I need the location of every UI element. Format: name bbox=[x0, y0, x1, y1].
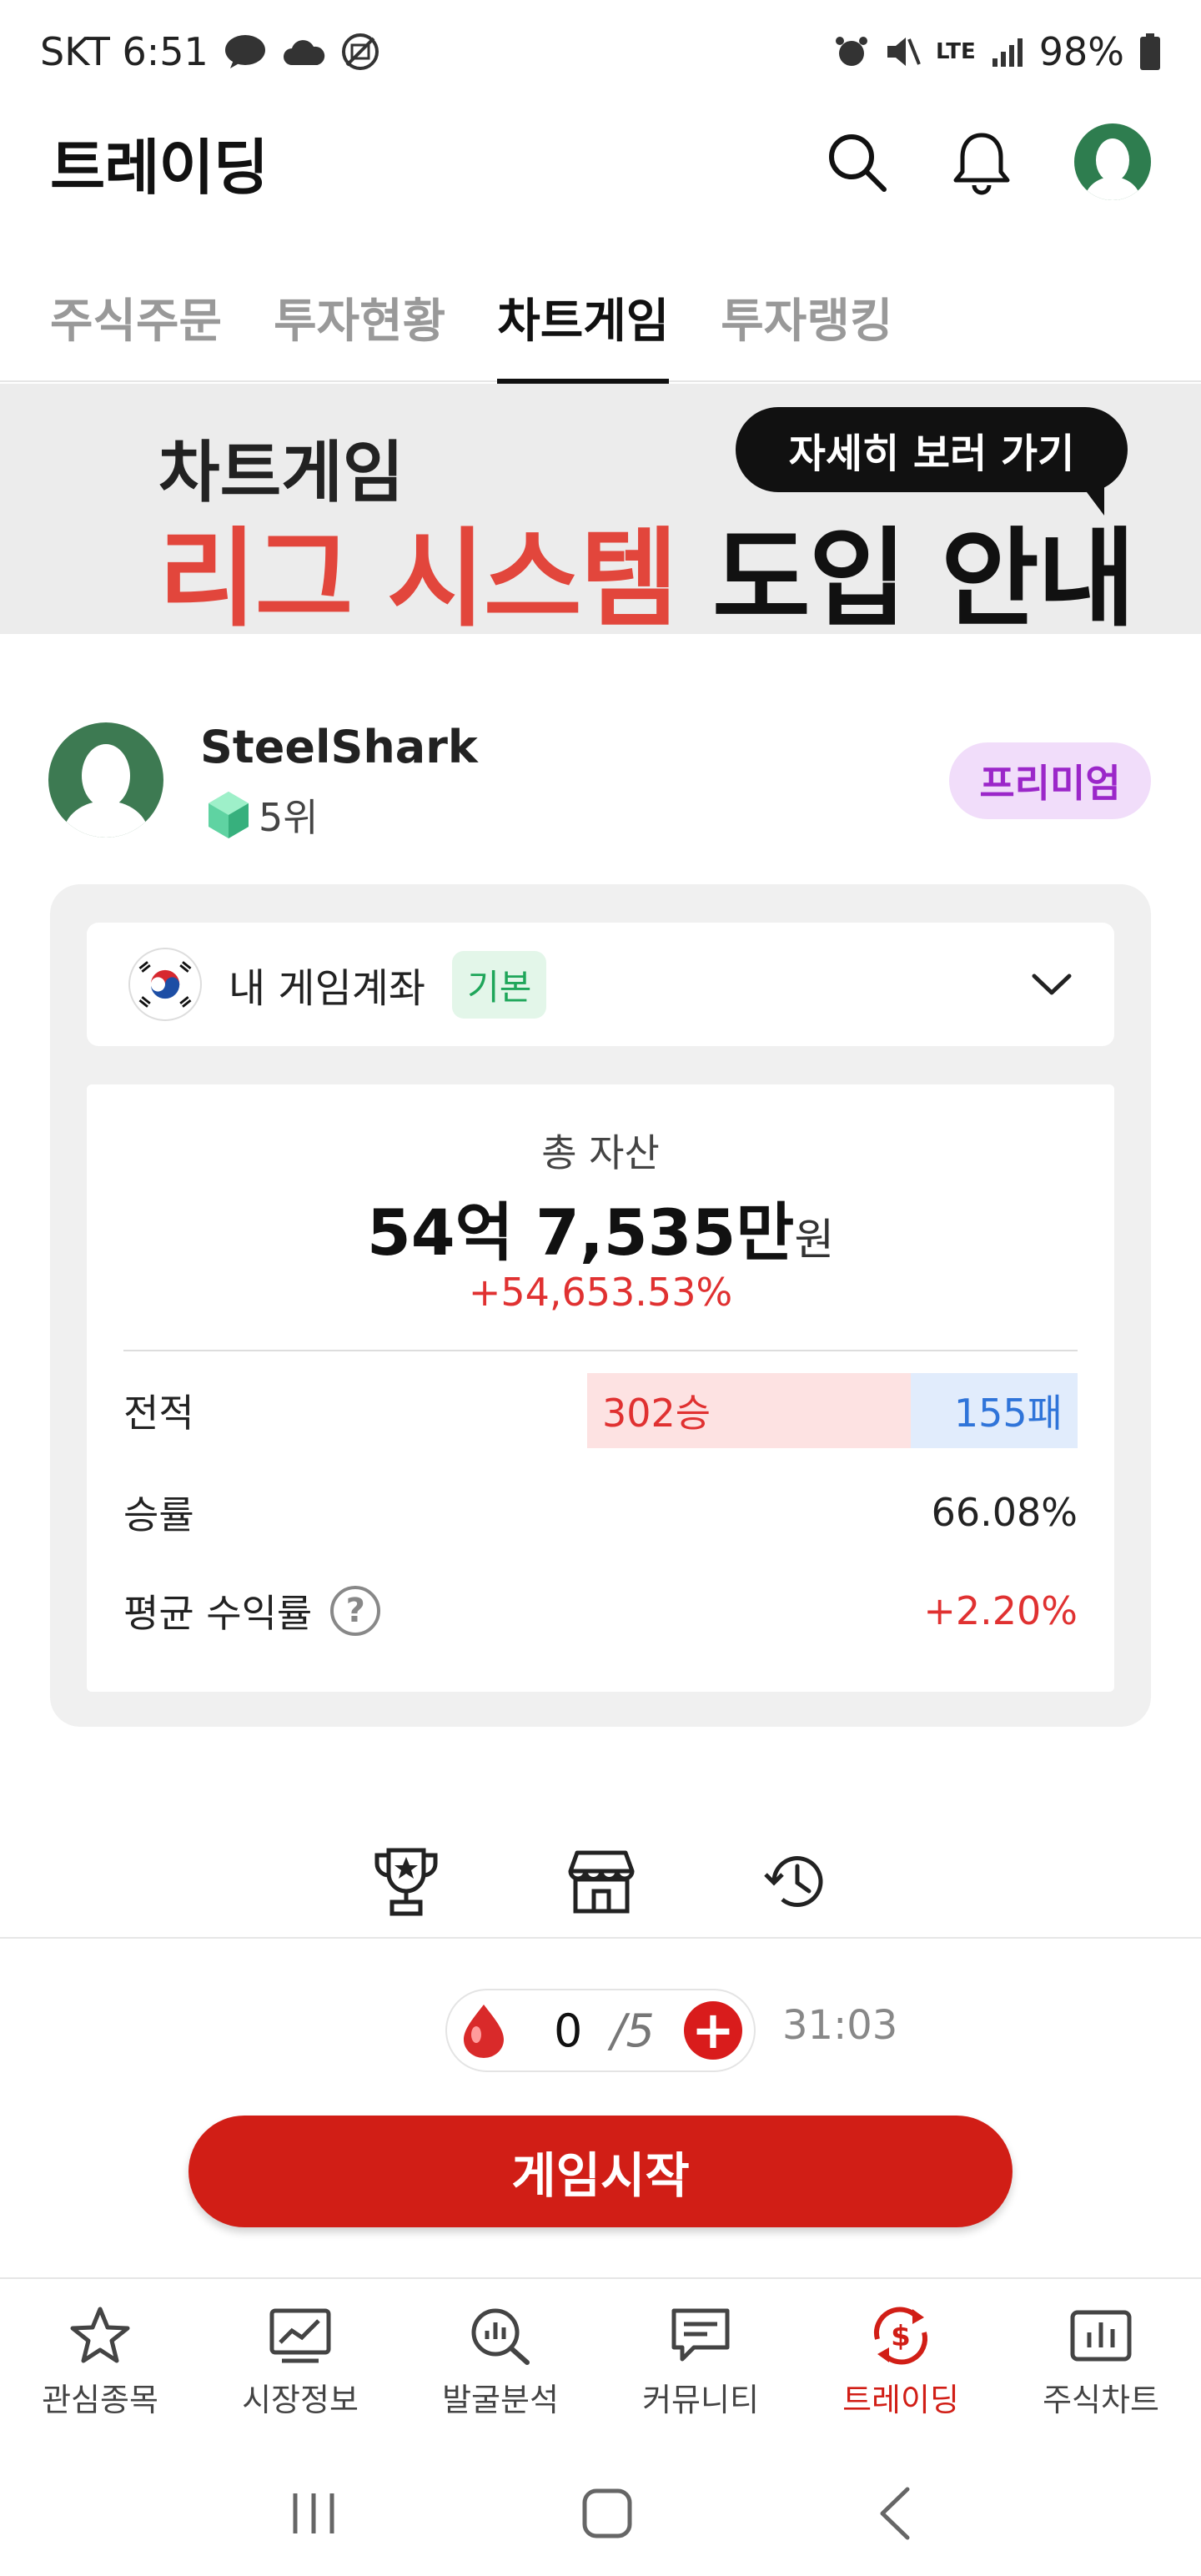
currency-unit: 원 bbox=[794, 1215, 835, 1265]
tab-investment-status[interactable]: 투자현황 bbox=[274, 267, 445, 382]
record-row: 전적 302승 155패 bbox=[123, 1373, 1078, 1448]
account-type-badge: 기본 bbox=[452, 950, 547, 1019]
game-start-button[interactable]: 게임시작 bbox=[188, 2116, 1013, 2227]
market-chart-icon bbox=[269, 2308, 331, 2363]
win-rate-label: 승률 bbox=[123, 1492, 194, 1537]
energy-counter: 0 /5 + bbox=[445, 1989, 756, 2072]
help-icon[interactable]: ? bbox=[330, 1586, 381, 1636]
total-asset-amount: 54억 7,535만 bbox=[366, 1195, 795, 1270]
banner-line2-rest: 도입 안내 bbox=[676, 517, 1136, 634]
bottom-nav: 관심종목 시장정보 발굴분석 커뮤니티 $ 트레이딩 주식차트 bbox=[0, 2277, 1201, 2451]
asset-summary: 총 자산 54억 7,535만원 +54,653.53% 전적 302승 155… bbox=[87, 1084, 1114, 1692]
premium-badge[interactable]: 프리미엄 bbox=[949, 742, 1151, 819]
divider bbox=[123, 1350, 1078, 1351]
account-selector[interactable]: 내 게임계좌 기본 bbox=[87, 923, 1114, 1046]
tab-stock-order[interactable]: 주식주문 bbox=[50, 267, 222, 382]
nav-label: 커뮤니티 bbox=[642, 2382, 759, 2418]
game-account-card: 내 게임계좌 기본 총 자산 54억 7,535만원 +54,653.53% 전… bbox=[50, 884, 1151, 1727]
tab-chart-game[interactable]: 차트게임 bbox=[497, 267, 670, 384]
avatar[interactable] bbox=[48, 722, 163, 838]
league-system-banner[interactable]: 차트게임 리그 시스템 도입 안내 자세히 보러 가기 bbox=[0, 384, 1201, 634]
no-image-icon bbox=[341, 33, 379, 70]
chevron-down-icon[interactable] bbox=[1031, 972, 1073, 997]
energy-drop-icon bbox=[464, 2005, 504, 2058]
trophy-icon[interactable] bbox=[372, 1845, 440, 1917]
recent-apps-icon[interactable] bbox=[289, 2490, 339, 2537]
svg-text:$: $ bbox=[891, 2320, 911, 2353]
nav-item-watchlist[interactable]: 관심종목 bbox=[0, 2279, 200, 2451]
system-nav-bar bbox=[0, 2451, 1201, 2576]
win-rate-value: 66.08% bbox=[931, 1490, 1078, 1535]
league-gem-icon bbox=[209, 792, 249, 838]
record-label: 전적 bbox=[123, 1391, 194, 1436]
avg-return-label: 평균 수익률 bbox=[123, 1591, 313, 1636]
talk-icon bbox=[224, 35, 265, 68]
wins-count: 302승 bbox=[587, 1373, 911, 1448]
profile-avatar-button[interactable] bbox=[1074, 123, 1151, 200]
user-rank: 5위 bbox=[205, 787, 319, 843]
tab-bar: 주식주문 투자현황 차트게임 투자랭킹 bbox=[0, 267, 1201, 384]
chat-icon bbox=[671, 2308, 730, 2362]
username: SteelShark bbox=[200, 721, 478, 773]
history-icon[interactable] bbox=[762, 1848, 829, 1914]
home-icon[interactable] bbox=[581, 2488, 633, 2539]
battery-percent: 98% bbox=[1038, 29, 1124, 74]
total-asset-label: 총 자산 bbox=[541, 1130, 660, 1175]
user-profile: SteelShark 5위 프리미엄 bbox=[0, 717, 1201, 851]
trading-icon: $ bbox=[873, 2307, 928, 2365]
total-return-percent: +54,653.53% bbox=[468, 1270, 733, 1315]
search-icon[interactable] bbox=[824, 129, 889, 194]
nav-item-stock-chart[interactable]: 주식차트 bbox=[1001, 2279, 1201, 2451]
avg-return-value: +2.20% bbox=[923, 1588, 1078, 1633]
losses-count: 155패 bbox=[911, 1373, 1078, 1448]
nav-item-discovery[interactable]: 발굴분석 bbox=[400, 2279, 600, 2451]
nav-item-market-info[interactable]: 시장정보 bbox=[200, 2279, 400, 2451]
add-energy-button[interactable]: + bbox=[684, 2001, 742, 2060]
nav-label: 시장정보 bbox=[242, 2382, 359, 2418]
cloud-icon bbox=[283, 40, 324, 65]
bar-chart-icon bbox=[1070, 2310, 1132, 2362]
signal-icon bbox=[992, 38, 1023, 67]
avg-return-row: 평균 수익률 ? +2.20% bbox=[123, 1573, 1078, 1648]
tab-investment-ranking[interactable]: 투자랭킹 bbox=[721, 267, 892, 382]
banner-highlight: 리그 시스템 bbox=[158, 517, 678, 634]
energy-max: /5 bbox=[611, 2004, 655, 2057]
energy-timer: 31:03 bbox=[782, 2002, 898, 2049]
nav-label: 트레이딩 bbox=[842, 2382, 959, 2418]
app-header: 트레이딩 bbox=[0, 103, 1201, 220]
win-loss-bar: 302승 155패 bbox=[587, 1373, 1078, 1448]
page-title: 트레이딩 bbox=[50, 132, 269, 203]
nav-label: 주식차트 bbox=[1043, 2382, 1159, 2418]
account-label: 내 게임계좌 bbox=[229, 965, 426, 1012]
nav-item-community[interactable]: 커뮤니티 bbox=[600, 2279, 801, 2451]
star-icon bbox=[70, 2307, 130, 2363]
mute-icon bbox=[887, 38, 921, 66]
battery-icon bbox=[1140, 33, 1160, 70]
nav-label: 발굴분석 bbox=[442, 2382, 559, 2418]
total-asset-value: 54억 7,535만원 bbox=[87, 1181, 1114, 1273]
korea-flag-icon bbox=[128, 948, 202, 1021]
network-label: LTE bbox=[935, 39, 976, 64]
banner-line2: 리그 시스템 도입 안내 bbox=[158, 492, 1136, 634]
back-icon[interactable] bbox=[876, 2486, 912, 2541]
alarm-icon bbox=[835, 37, 867, 66]
divider bbox=[0, 1937, 1201, 1939]
banner-cta-button[interactable]: 자세히 보러 가기 bbox=[736, 407, 1128, 516]
win-rate-row: 승률 66.08% bbox=[123, 1475, 1078, 1550]
status-bar: SKT 6:51 LTE 98% bbox=[0, 0, 1201, 103]
energy-count: 0 bbox=[554, 2004, 583, 2057]
carrier-time: SKT 6:51 bbox=[40, 29, 209, 74]
quick-actions bbox=[0, 1827, 1201, 1935]
nav-item-trading[interactable]: $ 트레이딩 bbox=[801, 2279, 1001, 2451]
search-analysis-icon bbox=[471, 2308, 530, 2365]
bell-icon[interactable] bbox=[951, 128, 1013, 195]
store-icon[interactable] bbox=[565, 1848, 637, 1914]
rank-label: 5위 bbox=[259, 795, 319, 840]
nav-label: 관심종목 bbox=[42, 2382, 158, 2418]
